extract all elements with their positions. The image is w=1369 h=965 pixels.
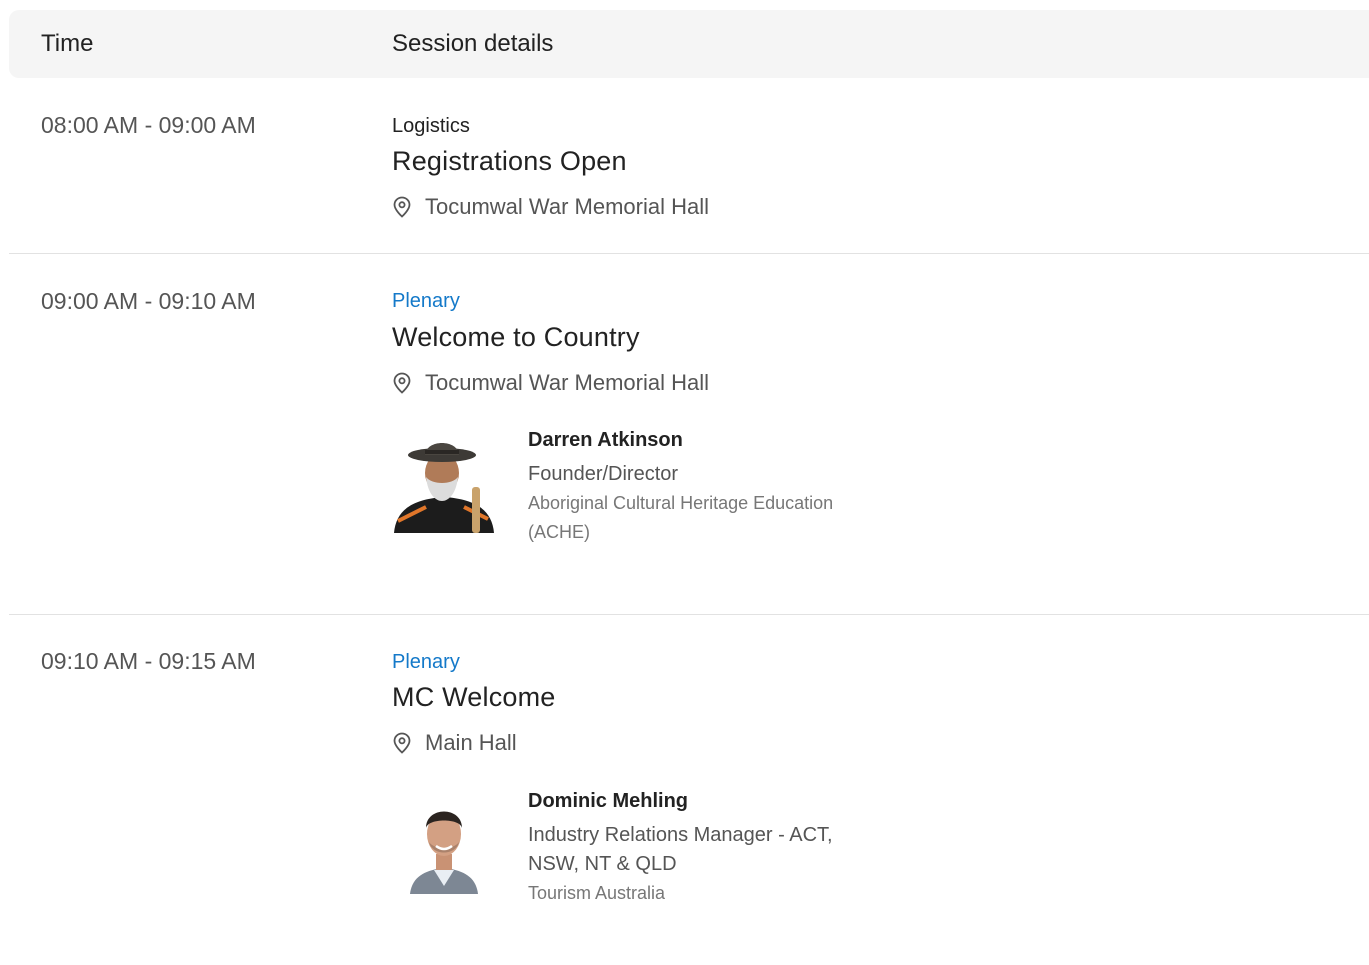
session-details-column-header: Session details xyxy=(392,30,554,57)
speaker-role: Founder/Director xyxy=(528,463,679,485)
speaker-organisation: Tourism Australia xyxy=(528,883,666,903)
speaker-card[interactable]: Dominic Mehling Industry Relations Manag… xyxy=(392,790,872,903)
map-pin-icon xyxy=(392,372,412,394)
agenda-table-header: Time Session details xyxy=(9,10,1369,78)
session-location: Tocumwal War Memorial Hall xyxy=(392,194,709,220)
time-column-header: Time xyxy=(41,30,94,57)
speaker-role: Industry Relations Manager - ACT, NSW, N… xyxy=(528,821,858,879)
speaker-card[interactable]: Darren Atkinson Founder/Director Aborigi… xyxy=(392,429,872,542)
speaker-name[interactable]: Darren Atkinson xyxy=(528,429,858,452)
speaker-role-line: NSW, NT & QLD xyxy=(528,853,677,875)
session-time: 08:00 AM - 09:00 AM xyxy=(41,112,256,138)
speaker-role-line: Industry Relations Manager - ACT, xyxy=(528,824,833,846)
location-text: Tocumwal War Memorial Hall xyxy=(425,370,710,395)
session-title[interactable]: MC Welcome xyxy=(392,682,556,713)
speaker-info: Dominic Mehling Industry Relations Manag… xyxy=(528,790,858,908)
location-text: Main Hall xyxy=(425,730,517,755)
session-title[interactable]: Registrations Open xyxy=(392,146,627,177)
speaker-name[interactable]: Dominic Mehling xyxy=(528,790,858,813)
speaker-organisation-line: (ACHE) xyxy=(528,522,590,542)
speaker-organisation-line: Aboriginal Cultural Heritage Education xyxy=(528,493,834,513)
session-location: Tocumwal War Memorial Hall xyxy=(392,370,709,396)
agenda-row-registrations: 08:00 AM - 09:00 AM Logistics Registrati… xyxy=(9,78,1369,254)
speaker-info: Darren Atkinson Founder/Director Aborigi… xyxy=(528,429,858,547)
agenda-row-mc-welcome: 09:10 AM - 09:15 AM Plenary MC Welcome M… xyxy=(9,614,1369,965)
session-time: 09:00 AM - 09:10 AM xyxy=(41,288,256,314)
agenda-row-welcome-to-country: 09:00 AM - 09:10 AM Plenary Welcome to C… xyxy=(9,253,1369,615)
map-pin-icon xyxy=(392,732,412,754)
session-category: Plenary xyxy=(392,651,460,673)
speaker-avatar[interactable] xyxy=(392,429,496,533)
speaker-organisation: Aboriginal Cultural Heritage Education (… xyxy=(528,489,858,547)
session-title[interactable]: Welcome to Country xyxy=(392,322,640,353)
session-category: Logistics xyxy=(392,115,470,137)
map-pin-icon xyxy=(392,196,412,218)
session-time: 09:10 AM - 09:15 AM xyxy=(41,648,256,674)
location-text: Tocumwal War Memorial Hall xyxy=(425,194,710,219)
session-category: Plenary xyxy=(392,290,460,312)
session-location: Main Hall xyxy=(392,730,517,756)
speaker-avatar[interactable] xyxy=(392,790,496,894)
